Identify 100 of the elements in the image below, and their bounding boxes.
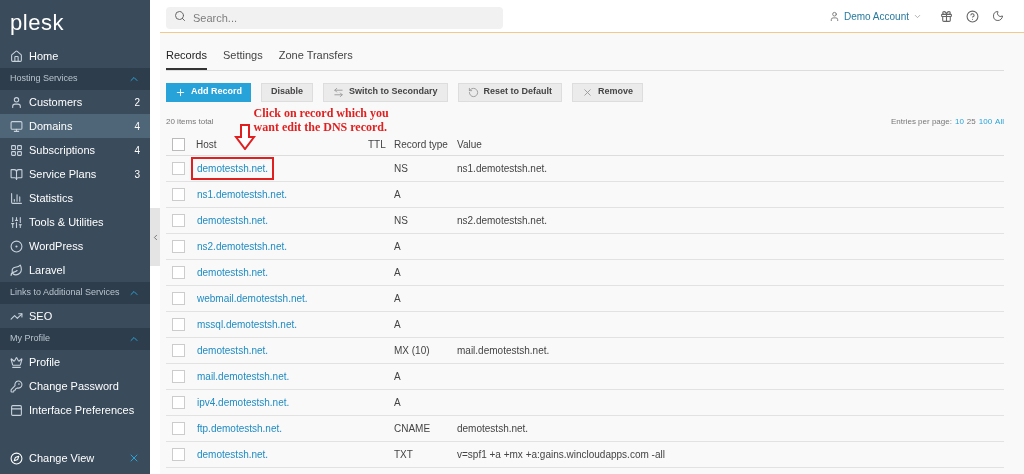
column-header: TTL [368, 137, 387, 152]
host-link[interactable]: mail.demotestsh.net. [191, 364, 296, 388]
sidebar-item[interactable]: Tools & Utilities [0, 210, 150, 234]
checkbox[interactable] [172, 421, 185, 435]
reset-icon [467, 86, 479, 98]
record-type: A [394, 395, 402, 410]
swap-arrows-icon [333, 86, 345, 98]
section-header[interactable]: Hosting Services [0, 68, 150, 90]
tab[interactable]: Records [166, 47, 207, 70]
panel-icon [10, 403, 23, 417]
host-link[interactable]: ns2.demotestsh.net. [191, 234, 294, 258]
checkbox[interactable] [172, 317, 185, 331]
checkbox[interactable] [172, 343, 185, 357]
checkbox[interactable] [172, 137, 185, 151]
record-type: A [394, 239, 402, 254]
checkbox[interactable] [172, 239, 185, 253]
checkbox[interactable] [172, 395, 185, 409]
leaf-icon [10, 263, 23, 277]
monitor-icon [10, 119, 23, 133]
sidebar-item[interactable]: Laravel [0, 258, 150, 282]
host-link[interactable]: ns1.demotestsh.net. [191, 182, 294, 206]
column-header: Host [196, 138, 217, 150]
page-size-link[interactable]: 25 [966, 115, 976, 128]
remove-icon [582, 86, 594, 98]
compass-icon [10, 451, 23, 465]
plus-icon [175, 86, 186, 98]
record-value: mail.demotestsh.net. [457, 343, 550, 358]
record-type: CNAME [394, 421, 432, 436]
sidebar-item[interactable]: WordPress [0, 234, 150, 258]
sidebar-item[interactable]: SEO [0, 304, 150, 328]
sidebar-item[interactable]: Home [0, 44, 150, 68]
sliders-icon [10, 215, 23, 229]
sidebar-item[interactable]: Customers 2 [0, 90, 150, 114]
record-value: demotestsh.net. [457, 421, 529, 436]
sidebar-item[interactable]: Profile [0, 350, 150, 374]
checkbox[interactable] [172, 291, 185, 305]
section-header[interactable]: Links to Additional Services [0, 282, 150, 304]
record-type: TXT [394, 447, 414, 462]
sidebar-item[interactable]: Statistics [0, 186, 150, 210]
collapse-handle[interactable] [150, 208, 160, 266]
key-icon [10, 379, 23, 393]
search-field[interactable]: Search... [166, 7, 503, 29]
user-icon [828, 10, 840, 22]
column-header: Record type [394, 137, 449, 152]
account-menu[interactable]: Demo Account [828, 8, 922, 24]
change-view-button[interactable]: Change View [0, 444, 150, 472]
checkbox[interactable] [172, 213, 185, 227]
logo[interactable]: plesk [10, 5, 65, 39]
record-type: MX (10) [394, 343, 431, 358]
toolbar-button[interactable]: Remove [572, 82, 644, 102]
checkbox[interactable] [172, 369, 185, 383]
record-type: A [394, 187, 402, 202]
annotation-text: Click on record which you want edit the DNS record. [253, 105, 390, 134]
home-icon [10, 49, 23, 63]
moon-icon[interactable] [992, 10, 1004, 22]
section-header[interactable]: My Profile [0, 328, 150, 350]
entries-label: Entries per page: [891, 115, 952, 128]
host-link[interactable]: demotestsh.net. [191, 260, 275, 284]
sidebar-item[interactable]: Service Plans 3 [0, 162, 150, 186]
host-link[interactable]: ipv4.demotestsh.net. [191, 390, 296, 414]
sidebar-item[interactable]: Domains 4 [0, 114, 150, 138]
host-link[interactable]: demotestsh.net. [191, 338, 275, 362]
host-link[interactable]: webmail.demotestsh.net. [191, 286, 314, 310]
tab[interactable]: Settings [222, 47, 263, 70]
host-link[interactable]: mssql.demotestsh.net. [191, 312, 304, 336]
grid-icon [10, 143, 23, 157]
record-type: A [394, 369, 402, 384]
record-type: A [394, 317, 402, 332]
checkbox[interactable] [172, 447, 185, 461]
crown-icon [10, 355, 23, 369]
column-header: Value [457, 137, 482, 152]
toolbar-button[interactable]: Switch to Secondary [323, 82, 448, 102]
bar-chart-icon [10, 191, 23, 205]
checkbox[interactable] [172, 265, 185, 279]
record-value: ns2.demotestsh.net. [457, 213, 548, 228]
record-type: NS [394, 213, 409, 228]
checkbox[interactable] [172, 161, 185, 175]
book-icon [10, 167, 23, 181]
tab[interactable]: Zone Transfers [278, 47, 353, 70]
record-type: A [394, 291, 402, 306]
record-value: v=spf1 +a +mx +a:gains.wincloudapps.com -all [457, 447, 665, 462]
help-icon[interactable] [966, 9, 979, 23]
toolbar-button[interactable]: Reset to Default [457, 82, 563, 102]
record-type: A [394, 265, 402, 280]
checkbox[interactable] [172, 187, 185, 201]
host-link[interactable]: demotestsh.net. [191, 156, 275, 180]
close-icon [128, 452, 140, 464]
sidebar-item[interactable]: Subscriptions 4 [0, 138, 150, 162]
sidebar-item[interactable]: Interface Preferences [0, 398, 150, 422]
toolbar-button[interactable]: Disable [261, 82, 314, 102]
host-link[interactable]: ftp.demotestsh.net. [191, 416, 289, 440]
host-link[interactable]: demotestsh.net. [191, 208, 275, 232]
sidebar-item[interactable]: Change Password [0, 374, 150, 398]
circle-logo-icon [10, 239, 23, 253]
host-link[interactable]: demotestsh.net. [191, 442, 275, 466]
gift-icon[interactable] [940, 9, 953, 23]
user-icon [10, 95, 23, 109]
search-icon [174, 10, 186, 22]
items-total: 20 items total [166, 115, 214, 128]
record-type: NS [394, 161, 409, 176]
